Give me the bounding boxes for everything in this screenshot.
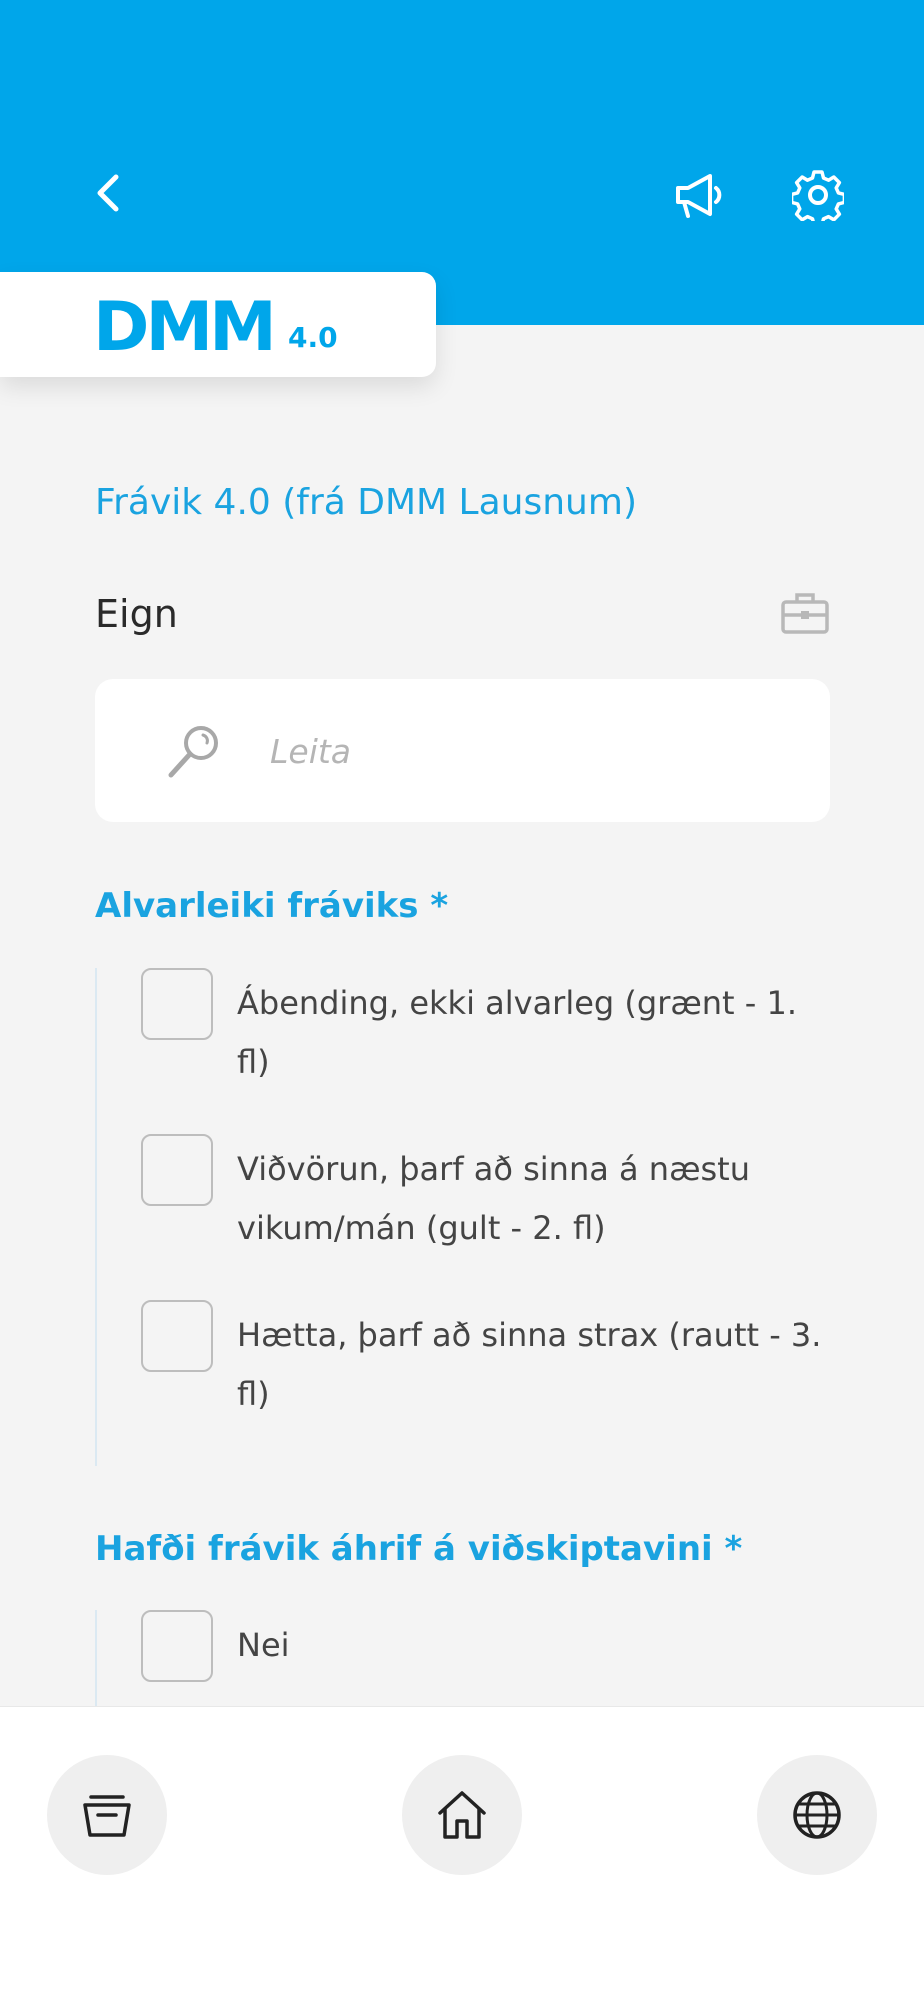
nav-home-button[interactable]	[402, 1755, 522, 1875]
gear-icon	[792, 170, 844, 221]
severity-option-label: Hætta, þarf að sinna strax (rautt - 3. f…	[237, 1316, 822, 1413]
globe-icon	[793, 1791, 841, 1839]
home-icon	[438, 1791, 486, 1839]
archive-icon	[83, 1795, 131, 1837]
back-button[interactable]	[80, 165, 136, 221]
customer-impact-group-divider	[95, 1610, 97, 1710]
bottom-navigation	[0, 1706, 924, 2000]
asset-search-box[interactable]	[95, 679, 830, 822]
customer-impact-checkbox-1[interactable]	[141, 1610, 213, 1682]
asset-label: Eign	[95, 592, 178, 636]
severity-checkbox-2[interactable]	[141, 1134, 213, 1206]
form-title: Frávik 4.0 (frá DMM Lausnum)	[95, 482, 637, 523]
nav-globe-button[interactable]	[757, 1755, 877, 1875]
severity-section-title: Alvarleiki fráviks *	[95, 886, 449, 926]
severity-option-label: Viðvörun, þarf að sinna á næstu vikum/má…	[237, 1150, 750, 1247]
chevron-left-icon	[97, 174, 119, 212]
briefcase-icon	[781, 593, 829, 634]
severity-checkbox-1[interactable]	[141, 968, 213, 1040]
customer-impact-option-label: Nei	[237, 1626, 290, 1664]
search-input[interactable]	[270, 721, 770, 781]
megaphone-icon	[676, 174, 722, 218]
logo-text: DMM	[93, 288, 277, 367]
severity-group-divider	[95, 968, 97, 1466]
severity-checkbox-3[interactable]	[141, 1300, 213, 1372]
search-icon	[168, 726, 218, 778]
severity-option-label: Ábending, ekki alvarleg (grænt - 1. fl)	[237, 984, 798, 1081]
announcements-button[interactable]	[668, 165, 732, 225]
customer-impact-section-title: Hafði frávik áhrif á viðskiptavini *	[95, 1529, 743, 1569]
logo-version: 4.0	[288, 321, 338, 354]
settings-button[interactable]	[788, 165, 848, 225]
nav-archive-button[interactable]	[47, 1755, 167, 1875]
brand-logo: DMM 4.0	[0, 272, 436, 377]
